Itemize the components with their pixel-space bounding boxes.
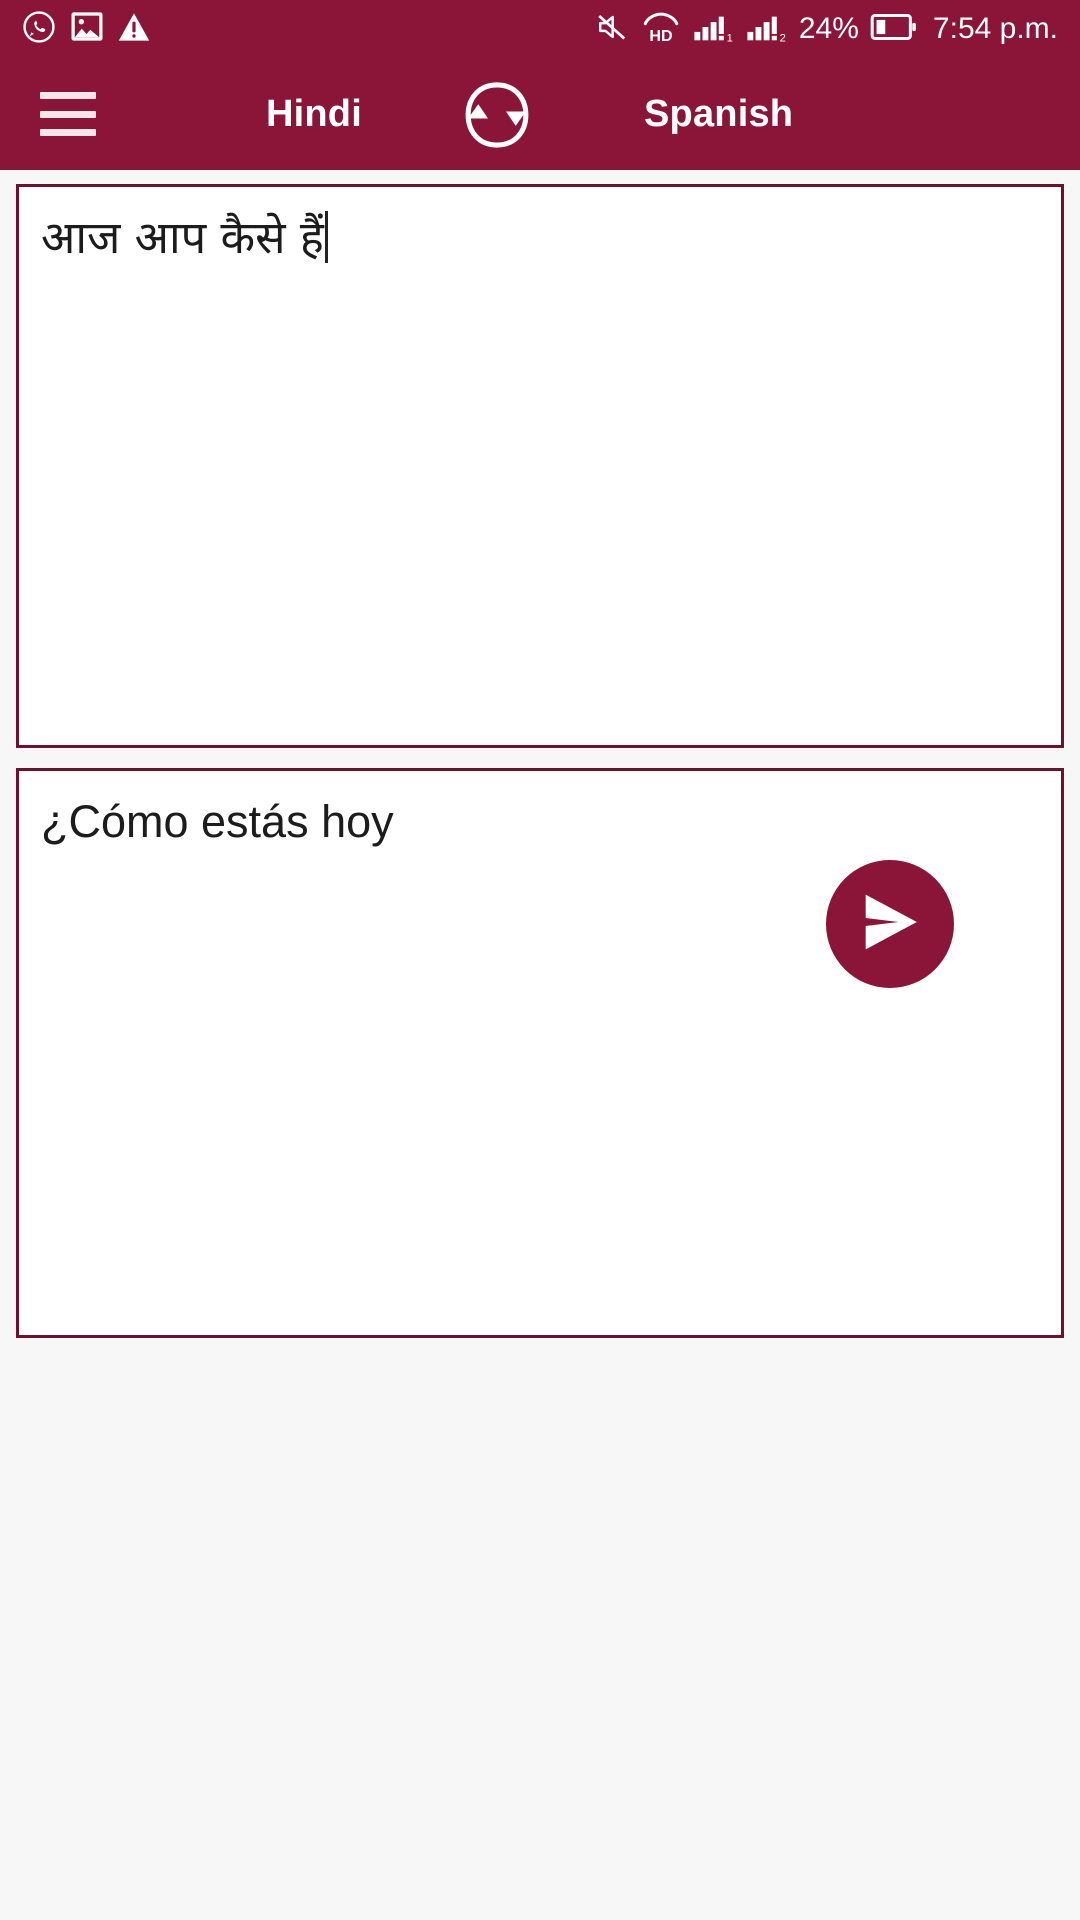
app-bar: Hindi Spanish xyxy=(0,58,1080,170)
svg-text:HD: HD xyxy=(649,27,672,44)
volte-hd-icon: HD xyxy=(640,10,682,49)
svg-text:1: 1 xyxy=(726,32,732,43)
source-text-panel[interactable]: आज आप कैसे हैं xyxy=(16,184,1064,917)
image-icon xyxy=(70,11,104,47)
warning-icon xyxy=(118,12,150,47)
svg-text:2: 2 xyxy=(779,32,785,43)
status-bar-left-icons xyxy=(22,10,150,49)
swap-languages-icon[interactable] xyxy=(458,76,536,154)
menu-icon-bar xyxy=(40,92,96,99)
text-caret xyxy=(324,211,328,263)
menu-icon[interactable] xyxy=(40,92,96,136)
battery-percent-label: 24% xyxy=(798,12,859,45)
mute-icon xyxy=(595,11,629,48)
whatsapp-icon xyxy=(22,10,56,49)
source-text-value: आज आप कैसे हैं xyxy=(41,211,324,264)
target-language-selector[interactable]: Spanish xyxy=(644,93,793,136)
translated-text: ¿Cómo estás hoy xyxy=(41,796,394,847)
source-text-input[interactable]: आज आप कैसे हैं xyxy=(41,211,1039,265)
status-bar-right-icons: HD 1 2 24% 7:54 p.m. xyxy=(595,10,1058,49)
signal-sim2-icon: 2 xyxy=(746,10,788,49)
status-bar: HD 1 2 24% 7:54 p.m. xyxy=(0,0,1080,58)
status-bar-clock: 7:54 p.m. xyxy=(932,12,1058,45)
translate-send-button[interactable] xyxy=(826,860,954,988)
send-icon xyxy=(852,884,928,965)
battery-icon xyxy=(870,12,918,47)
target-text-panel[interactable]: ¿Cómo estás hoy xyxy=(16,768,1064,1338)
translator-app-screen: HD 1 2 24% 7:54 p.m. Hindi Spanish आज आप… xyxy=(0,0,1080,1920)
menu-icon-bar xyxy=(40,129,96,136)
menu-icon-bar xyxy=(40,110,96,118)
source-language-selector[interactable]: Hindi xyxy=(266,93,362,136)
signal-sim1-icon: 1 xyxy=(693,10,735,49)
